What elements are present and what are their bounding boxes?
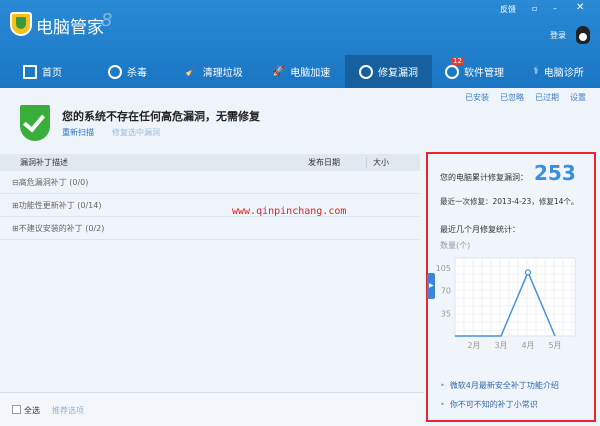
version-mark: 8 [101, 10, 113, 31]
col-date[interactable]: 发布日期 [308, 157, 340, 168]
main-nav: 首页 杀毒 🧹 清理垃圾 🚀 电脑加速 修复漏洞 12 软件管理 ⚕ 电脑诊所 [0, 55, 600, 88]
table-row[interactable]: ⊟高危漏洞补丁 (0/0) [0, 172, 420, 194]
title-bar: 电脑管家 8 反馈 ▫ – ✕ 登录 首页 杀毒 🧹 清理垃圾 🚀 电脑加速 修复漏… [0, 0, 600, 88]
tab-software[interactable]: 12 软件管理 [432, 55, 517, 88]
stethoscope-icon: ⚕ [533, 66, 539, 77]
y-tick-label: 70 [441, 287, 451, 296]
rocket-icon: 🚀 [272, 66, 286, 77]
minimize-button[interactable]: – [553, 4, 557, 13]
col-size[interactable]: 大小 [366, 157, 389, 168]
bullet-icon: • [440, 400, 450, 409]
tab-clinic[interactable]: ⚕ 电脑诊所 [517, 55, 600, 88]
tab-label: 软件管理 [464, 68, 504, 79]
tab-speedup[interactable]: 🚀 电脑加速 [258, 55, 345, 88]
tab-repair[interactable]: 修复漏洞 [345, 55, 432, 88]
y-axis-label: 数量(个) [440, 241, 471, 250]
skin-icon[interactable]: ▫ [532, 4, 537, 13]
software-icon [445, 64, 459, 79]
table-row[interactable]: ⊞功能性更新补丁 (0/14) [0, 195, 420, 217]
x-tick-label: 4月 [521, 341, 534, 350]
last-fix: 最近一次修复：2013-4-23，修复14个。 [440, 197, 579, 206]
select-all-label[interactable]: 全选 [24, 405, 40, 416]
tab-cleanup[interactable]: 🧹 清理垃圾 [170, 55, 258, 88]
stats-label: 最近几个月修复统计： [440, 225, 520, 234]
recommended-link[interactable]: 推荐选项 [52, 405, 84, 416]
tab-label: 杀毒 [127, 68, 147, 79]
select-all-checkbox[interactable] [12, 405, 21, 414]
stats-panel: 您的电脑累计修复漏洞： 253 最近一次修复：2013-4-23，修复14个。 … [426, 152, 596, 422]
y-tick-label: 35 [441, 309, 451, 318]
total-label: 您的电脑累计修复漏洞： [440, 173, 528, 182]
broom-icon: 🧹 [185, 66, 198, 77]
tab-label: 修复漏洞 [378, 68, 418, 79]
total-count: 253 [534, 161, 576, 185]
ignored-link[interactable]: 已忽略 [500, 92, 524, 103]
tip-text: 你不可不知的补丁小常识 [449, 400, 538, 409]
arrow-right-icon: ▶ [429, 282, 434, 289]
avatar[interactable] [576, 26, 590, 44]
settings-link[interactable]: 设置 [570, 92, 586, 103]
bullet-icon: • [440, 381, 450, 390]
update-badge: 12 [451, 57, 464, 65]
y-tick-label: 105 [436, 264, 451, 273]
watermark: www.qinpinchang.com [232, 206, 347, 217]
x-tick-label: 5月 [548, 341, 561, 350]
app-title: 电脑管家 [36, 18, 104, 38]
data-point [524, 269, 532, 276]
tip-link[interactable]: • 微软4月最新安全补丁功能介绍 [440, 380, 559, 391]
monitor-icon [23, 64, 37, 79]
status-message: 您的系统不存在任何高危漏洞，无需修复 [62, 110, 260, 123]
repair-icon [359, 64, 373, 79]
tab-antivirus[interactable]: 杀毒 [85, 55, 170, 88]
tab-label: 电脑加速 [290, 68, 331, 79]
app-logo-icon [10, 12, 32, 36]
table-header: 漏洞补丁描述 发布日期 大小 [0, 154, 420, 171]
tab-label: 清理垃圾 [202, 68, 243, 79]
x-tick-label: 2月 [467, 341, 480, 350]
tab-label: 电脑诊所 [543, 68, 584, 79]
tab-home[interactable]: 首页 [0, 55, 85, 88]
x-tick-label: 3月 [494, 341, 507, 350]
top-links: 已安装 已忽略 已过期 设置 [465, 92, 586, 103]
rescan-link[interactable]: 重新扫描 [62, 127, 94, 138]
lightning-shield-icon [108, 64, 122, 79]
close-button[interactable]: ✕ [576, 2, 584, 13]
repair-chart: 35 70 105 2月 3月 4月 5月 [436, 257, 576, 350]
col-description[interactable]: 漏洞补丁描述 [20, 157, 68, 168]
feedback-button[interactable]: 反馈 [500, 4, 516, 15]
shield-check-icon [20, 105, 50, 141]
tip-link[interactable]: • 你不可不知的补丁小常识 [440, 399, 538, 410]
collapse-handle[interactable]: ▶ [427, 273, 435, 299]
tab-label: 首页 [42, 68, 62, 79]
tip-text: 微软4月最新安全补丁功能介绍 [449, 381, 559, 390]
login-button[interactable]: 登录 [550, 30, 566, 41]
fix-selected-link[interactable]: 修复选中漏洞 [112, 127, 160, 138]
expired-link[interactable]: 已过期 [535, 92, 559, 103]
table-row[interactable]: ⊞不建议安装的补丁 (0/2) [0, 218, 420, 240]
installed-link[interactable]: 已安装 [465, 92, 489, 103]
